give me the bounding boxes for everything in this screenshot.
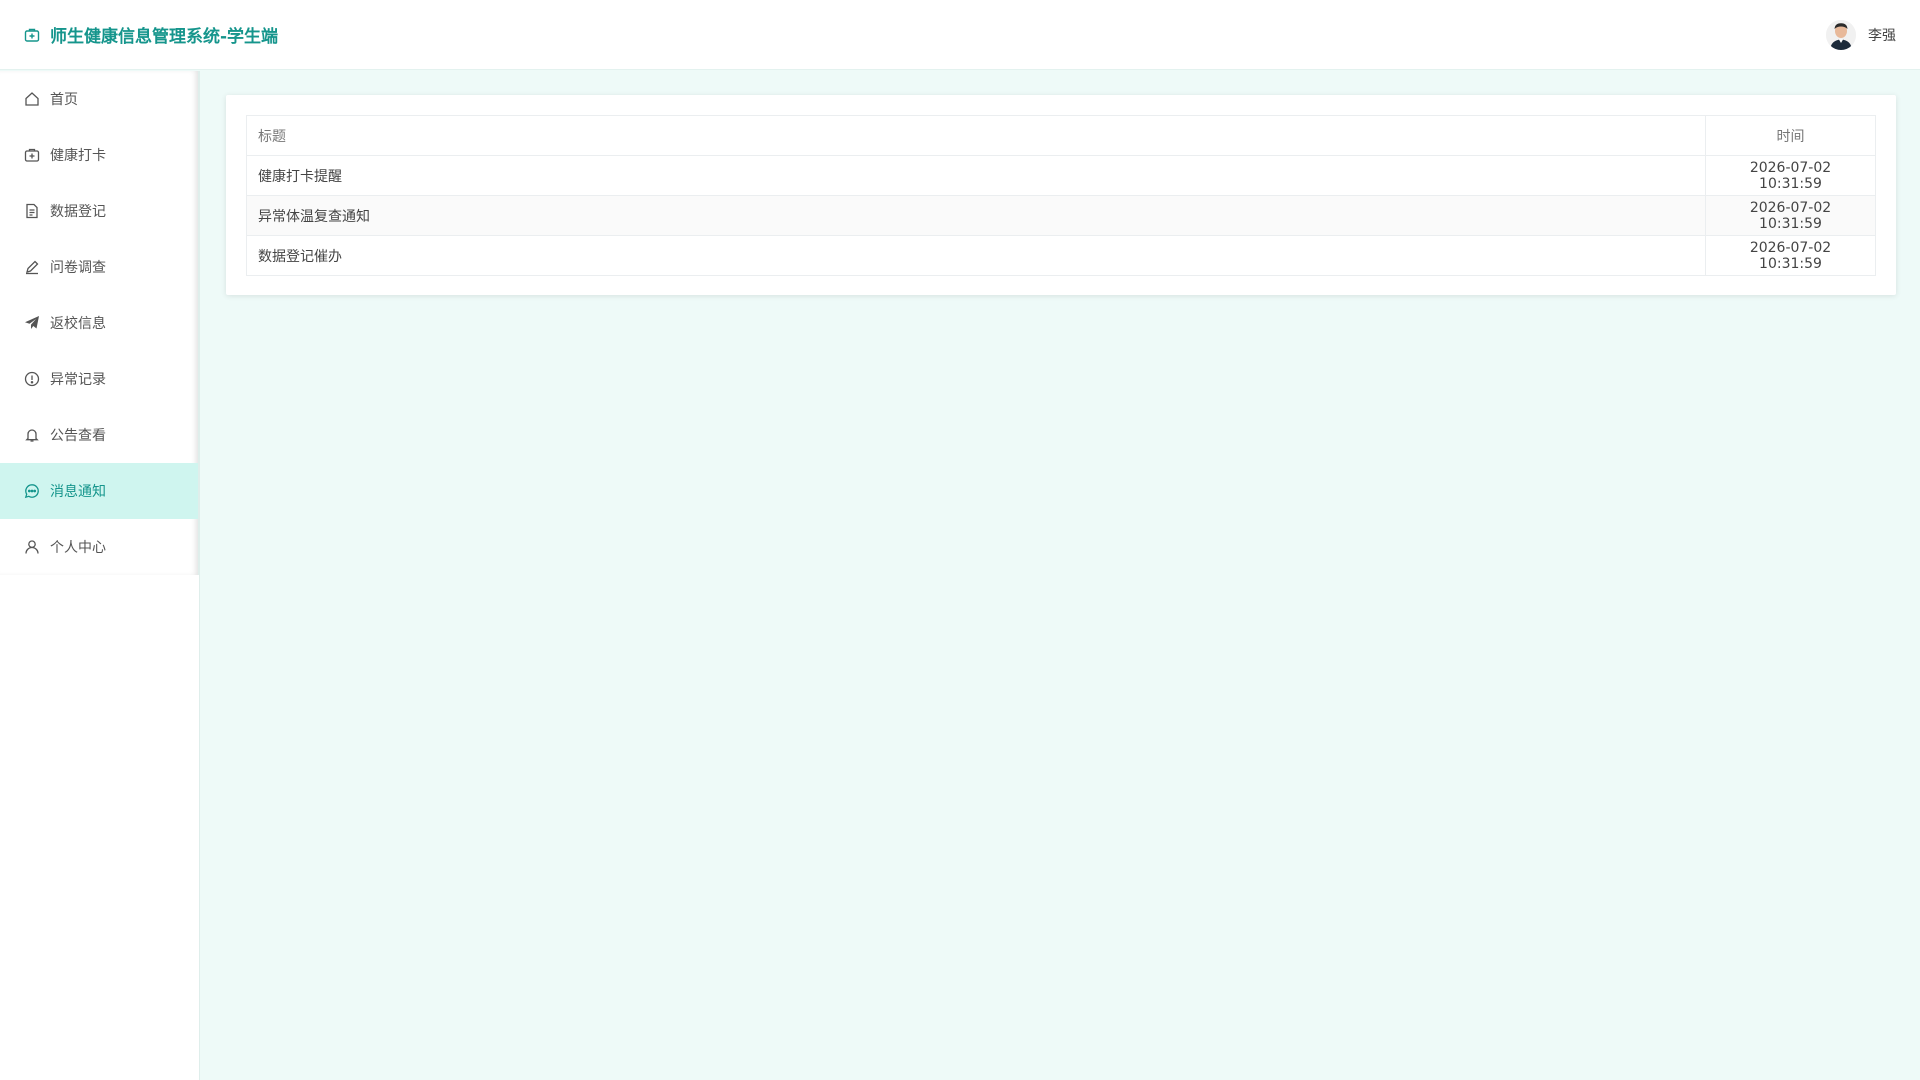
avatar[interactable] <box>1826 19 1856 50</box>
sidebar-item-announcements[interactable]: 公告查看 <box>0 407 198 463</box>
sidebar-item-label: 健康打卡 <box>50 148 106 164</box>
sidebar-item-health-checkin[interactable]: 健康打卡 <box>0 127 198 183</box>
sidebar-menu: 首页 健康打卡 数据登记 问卷调查 返校信息 异常记录 公告查看 消息通知 个人… <box>0 71 199 575</box>
message-title[interactable]: 数据登记催办 <box>246 235 1706 276</box>
user-menu[interactable]: 李强 <box>1826 19 1896 50</box>
brand: 师生健康信息管理系统-学生端 <box>24 22 278 47</box>
chat-icon <box>24 483 40 499</box>
sidebar-item-label: 公告查看 <box>50 428 106 444</box>
top-header: 师生健康信息管理系统-学生端 李强 <box>0 0 1920 70</box>
sidebar-item-profile[interactable]: 个人中心 <box>0 519 198 575</box>
medical-kit-icon <box>24 27 40 43</box>
pen-icon <box>24 259 40 275</box>
app-title: 师生健康信息管理系统-学生端 <box>50 27 279 47</box>
message-time: 2026-07-02 10:31:59 <box>1705 155 1876 196</box>
message-title[interactable]: 健康打卡提醒 <box>246 155 1706 196</box>
column-header-title: 标题 <box>246 115 1706 156</box>
home-icon <box>24 91 40 107</box>
message-title[interactable]: 异常体温复查通知 <box>246 195 1706 236</box>
sidebar-item-abnormal-records[interactable]: 异常记录 <box>0 351 198 407</box>
table-row[interactable]: 异常体温复查通知 2026-07-02 10:31:59 <box>246 195 1876 236</box>
medical-kit-icon <box>24 147 40 163</box>
sidebar-item-label: 个人中心 <box>50 540 106 556</box>
sidebar-item-home[interactable]: 首页 <box>0 71 198 127</box>
sidebar-item-return-info[interactable]: 返校信息 <box>0 295 198 351</box>
messages-card: 标题 时间 健康打卡提醒 2026-07-02 10:31:59 异常体温复查通… <box>226 95 1896 295</box>
sidebar-item-survey[interactable]: 问卷调查 <box>0 239 198 295</box>
document-icon <box>24 203 40 219</box>
alert-circle-icon <box>24 371 40 387</box>
messages-table: 标题 时间 健康打卡提醒 2026-07-02 10:31:59 异常体温复查通… <box>246 115 1876 276</box>
sidebar: 首页 健康打卡 数据登记 问卷调查 返校信息 异常记录 公告查看 消息通知 个人… <box>0 71 199 1080</box>
sidebar-item-label: 数据登记 <box>50 204 106 220</box>
sidebar-item-label: 返校信息 <box>50 316 106 332</box>
main-content: 标题 时间 健康打卡提醒 2026-07-02 10:31:59 异常体温复查通… <box>199 71 1920 1080</box>
message-time: 2026-07-02 10:31:59 <box>1705 195 1876 236</box>
message-time: 2026-07-02 10:31:59 <box>1705 235 1876 276</box>
sidebar-item-messages[interactable]: 消息通知 <box>0 463 198 519</box>
user-icon <box>24 539 40 555</box>
paper-plane-icon <box>24 315 40 331</box>
sidebar-item-label: 问卷调查 <box>50 260 106 276</box>
sidebar-item-label: 首页 <box>50 92 78 108</box>
user-name[interactable]: 李强 <box>1868 25 1896 45</box>
sidebar-item-label: 消息通知 <box>50 484 106 500</box>
sidebar-item-label: 异常记录 <box>50 372 106 388</box>
bell-icon <box>24 427 40 443</box>
column-header-time: 时间 <box>1705 115 1876 156</box>
table-row[interactable]: 健康打卡提醒 2026-07-02 10:31:59 <box>246 155 1876 196</box>
sidebar-item-data-registration[interactable]: 数据登记 <box>0 183 198 239</box>
table-row[interactable]: 数据登记催办 2026-07-02 10:31:59 <box>246 235 1876 276</box>
table-header-row: 标题 时间 <box>246 115 1876 156</box>
